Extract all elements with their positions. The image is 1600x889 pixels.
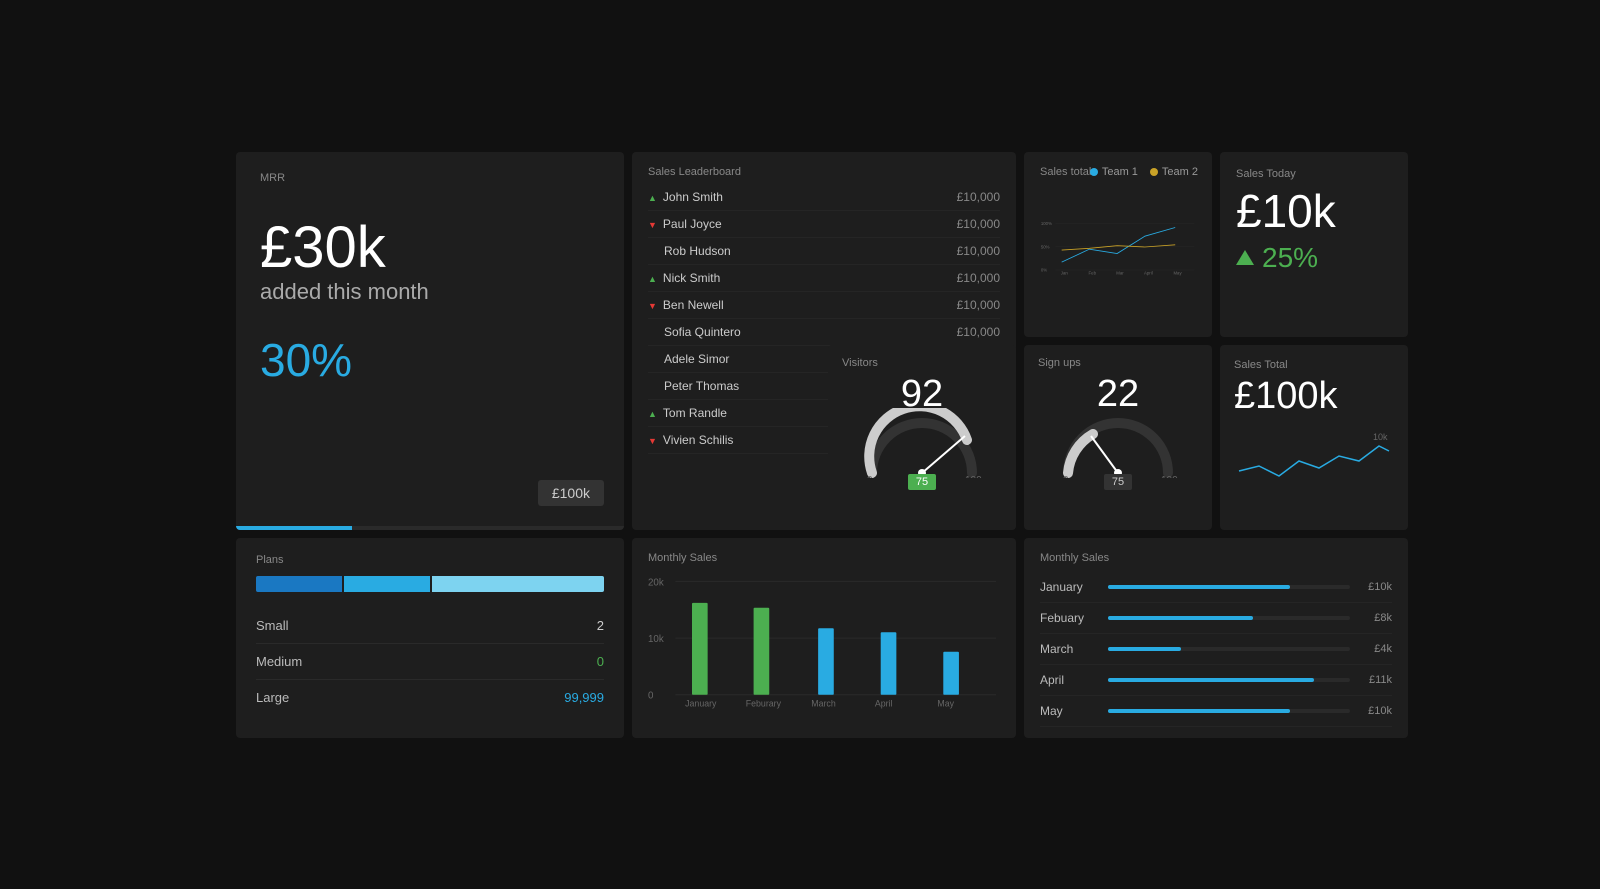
svg-text:April: April [1144, 270, 1153, 275]
legend-dot-team2 [1150, 168, 1158, 176]
plans-seg-1 [256, 576, 342, 592]
sales-total-value: £100k [1234, 375, 1394, 418]
leaderboard-row: ▲John Smith£10,000 [648, 184, 1000, 211]
mrr-bar-bg [236, 526, 624, 530]
plans-card: Plans Small 2 Medium 0 Large 99,999 [236, 538, 624, 738]
svg-text:Jan: Jan [1061, 270, 1069, 275]
leaderboard-title: Sales Leaderboard [648, 166, 1000, 178]
svg-text:50%: 50% [1041, 244, 1050, 249]
svg-text:100: 100 [965, 475, 982, 478]
svg-text:January: January [685, 698, 717, 708]
sparkline-svg: 10k [1234, 426, 1394, 486]
monthly-right-row: Febuary £8k [1040, 603, 1392, 634]
visitors-value: 92 [901, 373, 943, 416]
visitors-title: Visitors [842, 357, 1002, 369]
leaderboard-row: ▼Ben Newell£10,000 [648, 292, 1000, 319]
plan-row-medium: Medium 0 [256, 644, 604, 680]
mrr-percent: 30% [260, 333, 600, 387]
visitors-card: Visitors 92 0 100 75 [828, 345, 1016, 530]
svg-text:100%: 100% [1041, 220, 1052, 225]
monthly-right-row: January £10k [1040, 572, 1392, 603]
monthly-right-row: March £4k [1040, 634, 1392, 665]
sales-total-title: Sales Total [1234, 359, 1394, 371]
sales-today-card: Sales Today £10k 25% [1220, 152, 1408, 337]
leaderboard-row: Sofia Quintero£10,000 [648, 319, 1000, 346]
svg-text:0: 0 [1063, 475, 1069, 478]
signups-badge: 75 [1104, 474, 1132, 490]
monthly-sales-card: Monthly Sales 20k 10k 0 [632, 538, 1016, 738]
plan-row-large: Large 99,999 [256, 680, 604, 715]
mrr-card: MRR £30k added this month 30% £100k [236, 152, 624, 530]
legend-team2: Team 2 [1150, 166, 1198, 178]
svg-text:0%: 0% [1041, 267, 1047, 272]
signups-title: Sign ups [1038, 357, 1198, 369]
leaderboard-row: ▼Paul Joyce£10,000 [648, 211, 1000, 238]
plans-bar [256, 576, 604, 592]
svg-text:100: 100 [1161, 475, 1178, 478]
monthly-right-row: April £11k [1040, 665, 1392, 696]
today-trend: 25% [1236, 242, 1392, 274]
plans-seg-3 [432, 576, 604, 592]
mrr-value: £30k [260, 216, 600, 280]
svg-text:0: 0 [648, 690, 654, 701]
today-amount: £10k [1236, 188, 1392, 234]
monthly-sales-title: Monthly Sales [648, 552, 1000, 564]
legend-dot-team1 [1090, 168, 1098, 176]
signups-gauge-svg: 0 100 [1053, 408, 1183, 478]
trend-arrow-icon [1236, 250, 1254, 265]
monthly-right-list: January £10k Febuary £8k March £4k April… [1040, 572, 1392, 727]
svg-text:April: April [875, 698, 893, 708]
svg-text:Feburary: Feburary [746, 698, 782, 708]
svg-text:0: 0 [867, 475, 873, 478]
visitors-badge: 75 [908, 474, 936, 490]
svg-text:Feb: Feb [1089, 270, 1097, 275]
sales-line-chart: 100% 50% 0% Jan Feb Mar April May [1040, 182, 1196, 312]
mrr-target: £100k [538, 480, 604, 506]
mrr-bar [236, 526, 352, 530]
svg-text:10k: 10k [1373, 432, 1388, 442]
signups-value: 22 [1097, 373, 1139, 416]
mrr-title: MRR [260, 172, 600, 184]
svg-text:May: May [937, 698, 954, 708]
monthly-right-row: May £10k [1040, 696, 1392, 727]
monthly-right-card: Monthly Sales January £10k Febuary £8k M… [1024, 538, 1408, 738]
monthly-bars-svg: 20k 10k 0 January Feburary [648, 572, 1000, 712]
plans-title: Plans [256, 554, 604, 566]
leaderboard-row: ▲Nick Smith£10,000 [648, 265, 1000, 292]
sales-total-big-card: Sales Total £100k 10k [1220, 345, 1408, 530]
monthly-right-title: Monthly Sales [1040, 552, 1392, 564]
sales-chart-card: Sales total Team 1 Team 2 100% 50% 0% Ja… [1024, 152, 1212, 337]
plans-seg-2 [344, 576, 430, 592]
monthly-sales-chart: 20k 10k 0 January Feburary [648, 572, 1000, 722]
svg-text:May: May [1173, 270, 1182, 275]
chart-legend: Team 1 Team 2 [1090, 166, 1198, 178]
signups-gauge: 22 0 100 75 [1038, 373, 1198, 490]
today-title: Sales Today [1236, 168, 1392, 180]
plan-row-small: Small 2 [256, 608, 604, 644]
sparkline-container: 10k [1234, 426, 1394, 491]
dashboard: MRR £30k added this month 30% £100k Sale… [220, 136, 1380, 754]
svg-text:March: March [811, 698, 836, 708]
leaderboard-row: Rob Hudson£10,000 [648, 238, 1000, 265]
visitors-gauge: 92 0 100 75 [842, 373, 1002, 490]
legend-team1: Team 1 [1090, 166, 1138, 178]
svg-text:10k: 10k [648, 634, 664, 645]
svg-text:Mar: Mar [1116, 270, 1124, 275]
signups-card: Sign ups 22 0 100 75 [1024, 345, 1212, 530]
svg-text:20k: 20k [648, 577, 664, 588]
mrr-subtitle: added this month [260, 279, 600, 305]
visitors-gauge-svg: 0 100 [857, 408, 987, 478]
